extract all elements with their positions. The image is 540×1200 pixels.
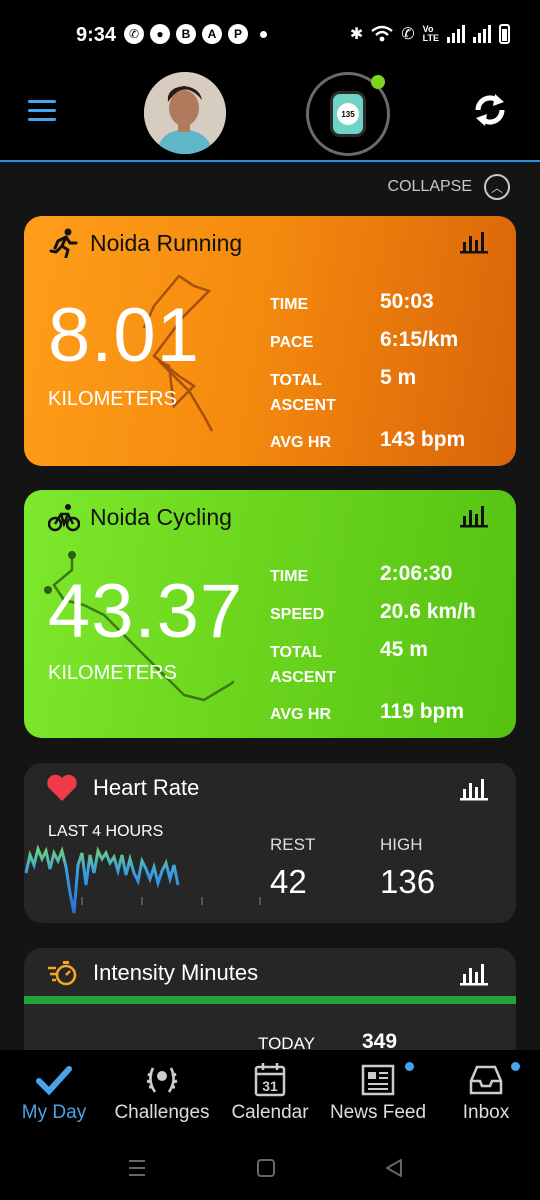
chart-icon[interactable] <box>460 962 488 986</box>
chat-icon: ● <box>150 24 170 44</box>
distance-value: 43.37 <box>48 569 244 654</box>
calendar-icon: 31 <box>254 1063 286 1097</box>
laurel-icon <box>146 1067 178 1093</box>
status-time: 9:34 <box>76 24 117 46</box>
running-activity-card[interactable]: Noida Running 8.01 KILOMETERS TIME 50:03… <box>24 216 516 466</box>
heart-rate-sparkline <box>24 845 261 914</box>
battery-icon <box>499 24 510 44</box>
recents-icon[interactable] <box>126 1158 148 1178</box>
stopwatch-icon <box>48 961 77 986</box>
cycling-activity-card[interactable]: Noida Cycling 43.37 KILOMETERS TIME 2:06… <box>24 490 516 738</box>
notification-icons: ✆ ● B A P <box>124 24 267 44</box>
signal-1-icon <box>447 25 465 43</box>
heart-rate-card[interactable]: Heart Rate LAST 4 HOURS REST 42 HIGH 136 <box>24 763 516 923</box>
more-dot-icon <box>260 31 267 38</box>
avatar[interactable] <box>144 72 226 154</box>
card-title: Noida Cycling <box>90 504 232 530</box>
wifi-icon <box>371 25 393 42</box>
card-title: Heart Rate <box>93 775 200 800</box>
wifi-call-icon: ✆ <box>401 26 415 43</box>
device-status-dot <box>371 75 385 89</box>
device-watch-icon[interactable]: 135 <box>306 72 390 156</box>
bottom-nav: My Day Challenges 31 Calendar News Feed <box>0 1050 540 1136</box>
volte-icon: Vo LTE <box>422 24 439 43</box>
chart-icon[interactable] <box>460 230 488 254</box>
inbox-icon <box>469 1065 503 1095</box>
period-label: LAST 4 HOURS <box>48 823 164 840</box>
high-hr: HIGH 136 <box>380 835 436 900</box>
distance-value: 8.01 <box>48 293 200 378</box>
chart-icon[interactable] <box>460 777 488 801</box>
nav-news-feed[interactable]: News Feed <box>324 1060 432 1124</box>
checkmark-icon <box>36 1066 72 1096</box>
status-bar: 9:34 ✆ ● B A P ✱ ✆ Vo LTE <box>0 0 540 72</box>
a-icon: A <box>202 24 222 44</box>
menu-icon[interactable] <box>28 100 56 127</box>
nav-calendar[interactable]: 31 Calendar <box>216 1060 324 1124</box>
collapse-button[interactable]: COLLAPSE ︿ <box>388 174 510 200</box>
intensity-progress-bar <box>24 996 516 1004</box>
back-icon[interactable] <box>384 1158 404 1178</box>
running-icon <box>49 228 78 258</box>
home-icon[interactable] <box>256 1158 276 1178</box>
signal-2-icon <box>473 25 491 43</box>
nav-my-day[interactable]: My Day <box>0 1060 108 1124</box>
system-nav-bar <box>0 1136 540 1200</box>
collapse-label: COLLAPSE <box>387 178 472 195</box>
system-icons: ✱ ✆ Vo LTE <box>350 24 510 44</box>
sync-icon[interactable] <box>470 90 510 130</box>
pinterest-icon: P <box>228 24 248 44</box>
newspaper-icon <box>361 1064 395 1096</box>
card-title: Noida Running <box>90 230 243 256</box>
cycling-icon <box>48 504 80 532</box>
distance-unit: KILOMETERS <box>48 662 177 684</box>
rest-hr: REST 42 <box>270 835 316 900</box>
bluetooth-icon: ✱ <box>349 26 364 43</box>
chart-icon[interactable] <box>460 504 488 528</box>
distance-unit: KILOMETERS <box>48 388 177 410</box>
nav-challenges[interactable]: Challenges <box>108 1060 216 1124</box>
notification-badge <box>511 1062 520 1071</box>
heart-icon <box>47 774 77 801</box>
notification-badge <box>405 1062 414 1071</box>
chevron-up-icon: ︿ <box>484 174 510 200</box>
card-title: Intensity Minutes <box>93 960 259 985</box>
b-icon: B <box>176 24 196 44</box>
whatsapp-icon: ✆ <box>124 24 144 44</box>
app-header: 135 <box>0 72 540 162</box>
nav-inbox[interactable]: Inbox <box>432 1060 540 1124</box>
svg-text:31: 31 <box>262 1078 278 1094</box>
